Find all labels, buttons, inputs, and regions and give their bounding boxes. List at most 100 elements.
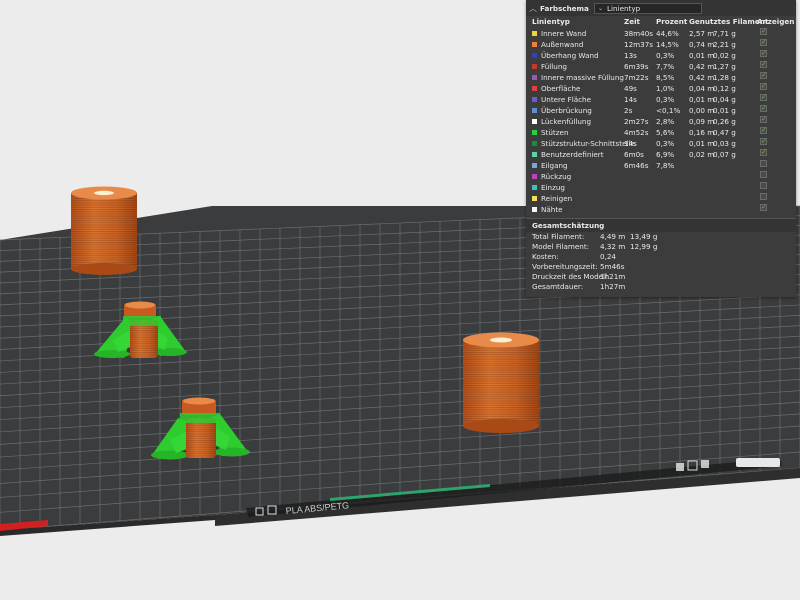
summary-title: Gesamtschätzung — [526, 219, 796, 232]
collapse-icon[interactable]: ︿ — [526, 3, 540, 14]
show-checkbox[interactable] — [760, 114, 767, 125]
color-swatch — [532, 64, 537, 69]
line-type-name: Innere Wand — [541, 29, 587, 38]
legend-row: Rückzug — [526, 171, 796, 182]
line-type-name: Stützen — [541, 128, 569, 137]
line-type-percent: 8,5% — [656, 73, 675, 82]
line-type-percent: 7,7% — [656, 62, 675, 71]
plate-toolbar-icon-1 — [676, 463, 684, 471]
show-checkbox[interactable] — [760, 26, 767, 37]
line-type-weight: 0,01 g — [713, 106, 736, 115]
legend-row-label: Innere Wand — [532, 28, 586, 39]
show-checkbox[interactable] — [760, 81, 767, 92]
line-type-time: 4m52s — [624, 128, 649, 137]
line-type-percent: 0,3% — [656, 95, 675, 104]
show-checkbox[interactable] — [760, 202, 767, 213]
show-checkbox[interactable] — [760, 92, 767, 103]
legend-row: Reinigen — [526, 193, 796, 204]
legend-row-label: Eilgang — [532, 160, 568, 171]
color-scheme-dropdown[interactable]: ⌄ Linientyp — [594, 2, 702, 14]
color-swatch — [532, 174, 537, 179]
show-checkbox[interactable] — [760, 136, 767, 147]
legend-row: Innere Wand 38m40s 44,6% 2,57 m 7,71 g — [526, 26, 796, 39]
summary-row: Total Filament: 4,49 m 13,49 g — [526, 232, 796, 242]
color-swatch — [532, 97, 537, 102]
show-checkbox[interactable] — [760, 125, 767, 136]
line-type-weight: 0,07 g — [713, 150, 736, 159]
plate-name-field — [736, 458, 780, 467]
summary-label: Gesamtdauer: — [532, 282, 584, 291]
summary-value: 4,49 m — [600, 232, 626, 241]
legend-row: Lückenfüllung 2m27s 2,8% 0,09 m 0,26 g — [526, 114, 796, 127]
header-percent: Prozent — [656, 17, 688, 26]
line-type-name: Überbrückung — [541, 106, 592, 115]
line-type-weight: 2,21 g — [713, 40, 736, 49]
summary-label: Kosten: — [532, 252, 559, 261]
legend-row-label: Lückenfüllung — [532, 116, 591, 127]
summary-label: Druckzeit des Modell: — [532, 272, 610, 281]
line-type-name: Stützstruktur-Schnittstelle — [541, 139, 635, 148]
line-type-weight: 0,47 g — [713, 128, 736, 137]
line-type-length: 0,16 m — [689, 128, 715, 137]
line-type-time: 6m0s — [624, 150, 644, 159]
line-type-name: Oberfläche — [541, 84, 581, 93]
line-type-time: 38m40s — [624, 29, 654, 38]
legend-row-label: Außenwand — [532, 39, 583, 50]
legend-row-label: Untere Fläche — [532, 94, 591, 105]
header-time: Zeit — [624, 17, 640, 26]
color-swatch — [532, 86, 537, 91]
color-swatch — [532, 31, 537, 36]
line-type-weight: 0,12 g — [713, 84, 736, 93]
line-type-length: 0,00 m — [689, 106, 715, 115]
line-type-name: Untere Fläche — [541, 95, 592, 104]
summary-value: 1h21m — [600, 272, 626, 281]
show-checkbox[interactable] — [760, 59, 767, 70]
line-type-percent: 44,6% — [656, 29, 679, 38]
legend-row-label: Überbrückung — [532, 105, 592, 116]
legend-row-label: Benutzerdefiniert — [532, 149, 604, 160]
color-swatch — [532, 163, 537, 168]
line-type-length: 0,01 m — [689, 95, 715, 104]
line-type-weight: 0,02 g — [713, 51, 736, 60]
line-type-weight: 7,71 g — [713, 29, 736, 38]
show-checkbox[interactable] — [760, 48, 767, 59]
line-type-name: Überhang Wand — [541, 51, 599, 60]
legend-row: Eilgang 6m46s 7,8% — [526, 160, 796, 171]
line-type-time: 49s — [624, 84, 637, 93]
legend-panel: ︿ Farbschema ⌄ Linientyp Linientyp Zeit … — [526, 0, 796, 297]
line-type-percent: 7,8% — [656, 161, 675, 170]
summary-value-secondary: 12,99 g — [630, 242, 658, 251]
cylinder-model-left — [71, 186, 137, 275]
legend-row: Überbrückung 2s <0,1% 0,00 m 0,01 g — [526, 103, 796, 116]
color-swatch — [532, 141, 537, 146]
line-type-time: 7m22s — [624, 73, 649, 82]
line-type-length: 2,57 m — [689, 29, 715, 38]
legend-row: Stützen 4m52s 5,6% 0,16 m 0,47 g — [526, 125, 796, 138]
legend-row: Untere Fläche 14s 0,3% 0,01 m 0,04 g — [526, 92, 796, 105]
summary-row: Model Filament: 4,32 m 12,99 g — [526, 242, 796, 252]
show-checkbox[interactable] — [760, 70, 767, 81]
show-checkbox[interactable] — [760, 182, 767, 189]
line-type-name: Eilgang — [541, 161, 568, 170]
show-checkbox[interactable] — [760, 193, 767, 200]
legend-row: Oberfläche 49s 1,0% 0,04 m 0,12 g — [526, 81, 796, 94]
line-type-length: 0,74 m — [689, 40, 715, 49]
legend-row: Einzug — [526, 182, 796, 193]
color-scheme-value: Linientyp — [607, 3, 641, 13]
line-type-name: Einzug — [541, 183, 565, 192]
summary-row: Druckzeit des Modell: 1h21m — [526, 272, 796, 282]
legend-column-headers: Linientyp Zeit Prozent Genutztes Filamen… — [526, 16, 796, 28]
legend-row-label: Stützstruktur-Schnittstelle — [532, 138, 635, 149]
show-checkbox[interactable] — [760, 160, 767, 167]
line-type-weight: 1,27 g — [713, 62, 736, 71]
legend-row-label: Oberfläche — [532, 83, 580, 94]
line-type-time: 12m37s — [624, 40, 654, 49]
show-checkbox[interactable] — [760, 147, 767, 158]
show-checkbox[interactable] — [760, 103, 767, 114]
show-checkbox[interactable] — [760, 37, 767, 48]
show-checkbox[interactable] — [760, 171, 767, 178]
line-type-length: 0,01 m — [689, 139, 715, 148]
color-swatch — [532, 196, 537, 201]
legend-row: Benutzerdefiniert 6m0s 6,9% 0,02 m 0,07 g — [526, 147, 796, 160]
line-type-time: 14s — [624, 95, 637, 104]
